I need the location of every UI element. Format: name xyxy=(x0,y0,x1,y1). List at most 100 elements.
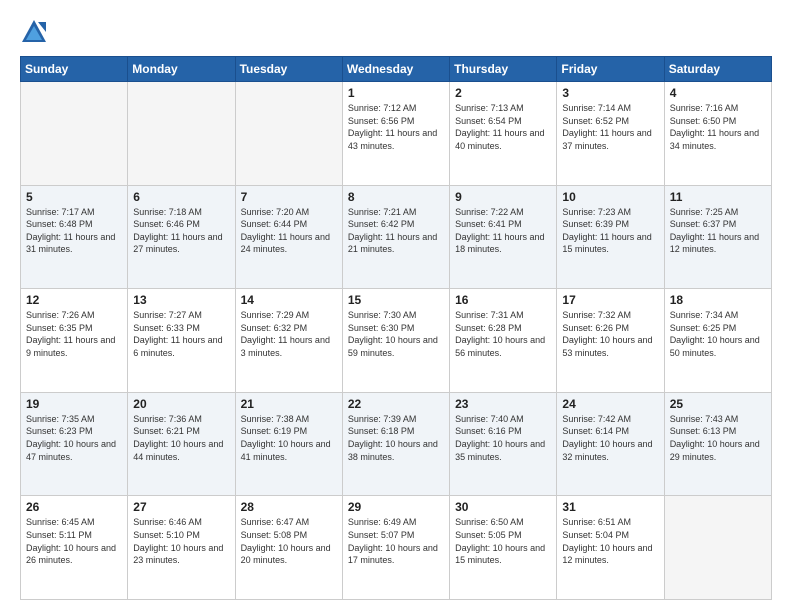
calendar-cell: 30 Sunrise: 6:50 AM Sunset: 5:05 PM Dayli… xyxy=(450,496,557,600)
calendar-cell: 16Sunrise: 7:31 AM Sunset: 6:28 PM Dayli… xyxy=(450,289,557,393)
day-number: 18 xyxy=(670,293,766,307)
day-number: 13 xyxy=(133,293,229,307)
calendar-cell: 29 Sunrise: 6:49 AM Sunset: 5:07 PM Dayli… xyxy=(342,496,449,600)
day-info: Sunrise: 7:21 AM Sunset: 6:42 PM Dayligh… xyxy=(348,206,444,256)
day-number: 19 xyxy=(26,397,122,411)
calendar-day-header: Thursday xyxy=(450,57,557,82)
day-number: 10 xyxy=(562,190,658,204)
calendar-cell xyxy=(21,82,128,186)
calendar-week-row: 19 Sunrise: 7:35 AM Sunset: 6:23 PM Dayli… xyxy=(21,392,772,496)
calendar-cell: 11 Sunrise: 7:25 AM Sunset: 6:37 PM Dayli… xyxy=(664,185,771,289)
day-info: Sunrise: 7:23 AM Sunset: 6:39 PM Dayligh… xyxy=(562,206,658,256)
day-number: 27 xyxy=(133,500,229,514)
day-info: Sunrise: 7:14 AM Sunset: 6:52 PM Dayligh… xyxy=(562,102,658,152)
day-info: Sunrise: 6:45 AM Sunset: 5:11 PM Dayligh… xyxy=(26,516,122,566)
day-info: Sunrise: 7:34 AM Sunset: 6:25 PM Dayligh… xyxy=(670,309,766,359)
day-info: Sunrise: 7:32 AM Sunset: 6:26 PM Dayligh… xyxy=(562,309,658,359)
calendar-cell: 14 Sunrise: 7:29 AM Sunset: 6:32 PM Dayli… xyxy=(235,289,342,393)
day-number: 23 xyxy=(455,397,551,411)
calendar-cell: 27 Sunrise: 6:46 AM Sunset: 5:10 PM Dayli… xyxy=(128,496,235,600)
calendar-week-row: 5Sunrise: 7:17 AM Sunset: 6:48 PM Daylig… xyxy=(21,185,772,289)
day-number: 21 xyxy=(241,397,337,411)
day-info: Sunrise: 7:27 AM Sunset: 6:33 PM Dayligh… xyxy=(133,309,229,359)
calendar-header-row: SundayMondayTuesdayWednesdayThursdayFrid… xyxy=(21,57,772,82)
calendar-day-header: Wednesday xyxy=(342,57,449,82)
day-info: Sunrise: 7:16 AM Sunset: 6:50 PM Dayligh… xyxy=(670,102,766,152)
calendar-week-row: 1 Sunrise: 7:12 AM Sunset: 6:56 PM Daylig… xyxy=(21,82,772,186)
calendar-cell: 19 Sunrise: 7:35 AM Sunset: 6:23 PM Dayli… xyxy=(21,392,128,496)
day-info: Sunrise: 6:50 AM Sunset: 5:05 PM Dayligh… xyxy=(455,516,551,566)
calendar-day-header: Friday xyxy=(557,57,664,82)
calendar-cell: 8Sunrise: 7:21 AM Sunset: 6:42 PM Daylig… xyxy=(342,185,449,289)
day-info: Sunrise: 7:18 AM Sunset: 6:46 PM Dayligh… xyxy=(133,206,229,256)
day-number: 30 xyxy=(455,500,551,514)
calendar-cell: 9 Sunrise: 7:22 AM Sunset: 6:41 PM Daylig… xyxy=(450,185,557,289)
calendar-cell: 1 Sunrise: 7:12 AM Sunset: 6:56 PM Daylig… xyxy=(342,82,449,186)
calendar-cell: 31 Sunrise: 6:51 AM Sunset: 5:04 PM Dayli… xyxy=(557,496,664,600)
day-number: 22 xyxy=(348,397,444,411)
day-info: Sunrise: 7:20 AM Sunset: 6:44 PM Dayligh… xyxy=(241,206,337,256)
calendar-cell: 15 Sunrise: 7:30 AM Sunset: 6:30 PM Dayli… xyxy=(342,289,449,393)
calendar-cell: 22 Sunrise: 7:39 AM Sunset: 6:18 PM Dayli… xyxy=(342,392,449,496)
day-info: Sunrise: 7:22 AM Sunset: 6:41 PM Dayligh… xyxy=(455,206,551,256)
day-number: 15 xyxy=(348,293,444,307)
logo xyxy=(20,18,52,46)
calendar-cell: 20Sunrise: 7:36 AM Sunset: 6:21 PM Dayli… xyxy=(128,392,235,496)
calendar-cell: 5Sunrise: 7:17 AM Sunset: 6:48 PM Daylig… xyxy=(21,185,128,289)
day-number: 24 xyxy=(562,397,658,411)
calendar-day-header: Sunday xyxy=(21,57,128,82)
day-info: Sunrise: 6:46 AM Sunset: 5:10 PM Dayligh… xyxy=(133,516,229,566)
day-number: 17 xyxy=(562,293,658,307)
day-info: Sunrise: 7:38 AM Sunset: 6:19 PM Dayligh… xyxy=(241,413,337,463)
calendar-week-row: 12 Sunrise: 7:26 AM Sunset: 6:35 PM Dayli… xyxy=(21,289,772,393)
day-number: 20 xyxy=(133,397,229,411)
day-number: 9 xyxy=(455,190,551,204)
logo-icon xyxy=(20,18,48,46)
calendar-cell: 6 Sunrise: 7:18 AM Sunset: 6:46 PM Daylig… xyxy=(128,185,235,289)
calendar-cell: 4 Sunrise: 7:16 AM Sunset: 6:50 PM Daylig… xyxy=(664,82,771,186)
day-info: Sunrise: 7:25 AM Sunset: 6:37 PM Dayligh… xyxy=(670,206,766,256)
day-number: 28 xyxy=(241,500,337,514)
calendar-cell: 3 Sunrise: 7:14 AM Sunset: 6:52 PM Daylig… xyxy=(557,82,664,186)
calendar-cell: 26Sunrise: 6:45 AM Sunset: 5:11 PM Dayli… xyxy=(21,496,128,600)
day-number: 11 xyxy=(670,190,766,204)
day-number: 1 xyxy=(348,86,444,100)
day-info: Sunrise: 7:31 AM Sunset: 6:28 PM Dayligh… xyxy=(455,309,551,359)
day-number: 12 xyxy=(26,293,122,307)
day-number: 4 xyxy=(670,86,766,100)
day-info: Sunrise: 7:12 AM Sunset: 6:56 PM Dayligh… xyxy=(348,102,444,152)
day-info: Sunrise: 7:26 AM Sunset: 6:35 PM Dayligh… xyxy=(26,309,122,359)
page: SundayMondayTuesdayWednesdayThursdayFrid… xyxy=(0,0,792,612)
calendar-cell: 18 Sunrise: 7:34 AM Sunset: 6:25 PM Dayli… xyxy=(664,289,771,393)
day-info: Sunrise: 7:35 AM Sunset: 6:23 PM Dayligh… xyxy=(26,413,122,463)
day-info: Sunrise: 7:13 AM Sunset: 6:54 PM Dayligh… xyxy=(455,102,551,152)
day-info: Sunrise: 7:42 AM Sunset: 6:14 PM Dayligh… xyxy=(562,413,658,463)
day-number: 29 xyxy=(348,500,444,514)
calendar-day-header: Monday xyxy=(128,57,235,82)
calendar-cell: 21 Sunrise: 7:38 AM Sunset: 6:19 PM Dayli… xyxy=(235,392,342,496)
day-number: 7 xyxy=(241,190,337,204)
calendar-cell xyxy=(235,82,342,186)
day-info: Sunrise: 7:40 AM Sunset: 6:16 PM Dayligh… xyxy=(455,413,551,463)
header xyxy=(20,18,772,46)
day-info: Sunrise: 7:39 AM Sunset: 6:18 PM Dayligh… xyxy=(348,413,444,463)
day-number: 31 xyxy=(562,500,658,514)
day-info: Sunrise: 7:30 AM Sunset: 6:30 PM Dayligh… xyxy=(348,309,444,359)
day-number: 14 xyxy=(241,293,337,307)
calendar-cell: 10 Sunrise: 7:23 AM Sunset: 6:39 PM Dayli… xyxy=(557,185,664,289)
calendar-cell: 25Sunrise: 7:43 AM Sunset: 6:13 PM Dayli… xyxy=(664,392,771,496)
calendar-week-row: 26Sunrise: 6:45 AM Sunset: 5:11 PM Dayli… xyxy=(21,496,772,600)
day-number: 3 xyxy=(562,86,658,100)
calendar-cell: 12 Sunrise: 7:26 AM Sunset: 6:35 PM Dayli… xyxy=(21,289,128,393)
calendar-day-header: Saturday xyxy=(664,57,771,82)
day-number: 2 xyxy=(455,86,551,100)
day-number: 6 xyxy=(133,190,229,204)
day-info: Sunrise: 6:49 AM Sunset: 5:07 PM Dayligh… xyxy=(348,516,444,566)
day-number: 25 xyxy=(670,397,766,411)
calendar-cell: 17 Sunrise: 7:32 AM Sunset: 6:26 PM Dayli… xyxy=(557,289,664,393)
day-info: Sunrise: 7:17 AM Sunset: 6:48 PM Dayligh… xyxy=(26,206,122,256)
day-info: Sunrise: 6:51 AM Sunset: 5:04 PM Dayligh… xyxy=(562,516,658,566)
day-info: Sunrise: 7:29 AM Sunset: 6:32 PM Dayligh… xyxy=(241,309,337,359)
calendar-cell xyxy=(128,82,235,186)
calendar-cell: 24 Sunrise: 7:42 AM Sunset: 6:14 PM Dayli… xyxy=(557,392,664,496)
